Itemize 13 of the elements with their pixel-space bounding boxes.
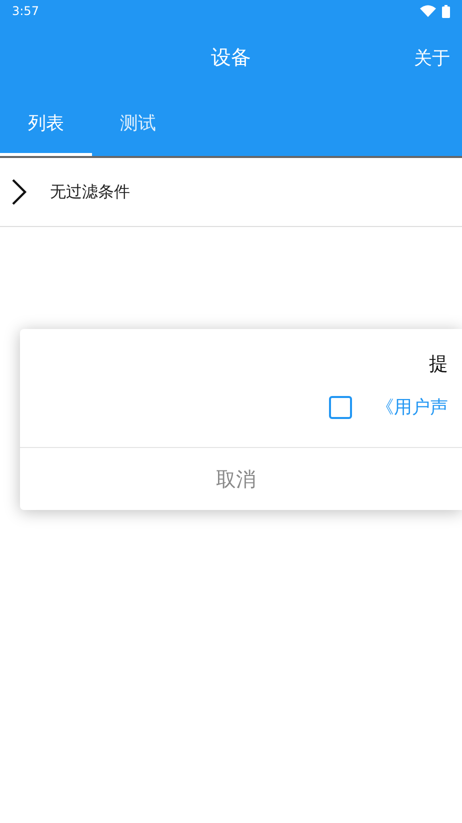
dialog-title: 提 bbox=[429, 352, 448, 377]
user-statement-link[interactable]: 《用户声 bbox=[376, 395, 448, 419]
cancel-button[interactable]: 取消 bbox=[20, 448, 452, 510]
chevron-right-icon[interactable] bbox=[10, 178, 28, 206]
tab[interactable]: 列表 bbox=[0, 92, 92, 156]
about-button[interactable]: 关于 bbox=[412, 44, 452, 72]
battery-icon bbox=[442, 4, 450, 18]
wifi-icon bbox=[420, 4, 436, 16]
filter-label: 无过滤条件 bbox=[50, 182, 130, 202]
checkbox[interactable] bbox=[329, 396, 352, 418]
status-time: 3:57 bbox=[12, 4, 39, 18]
screen-title: 设备 bbox=[211, 44, 251, 70]
tab[interactable]: 测试 bbox=[92, 92, 184, 156]
